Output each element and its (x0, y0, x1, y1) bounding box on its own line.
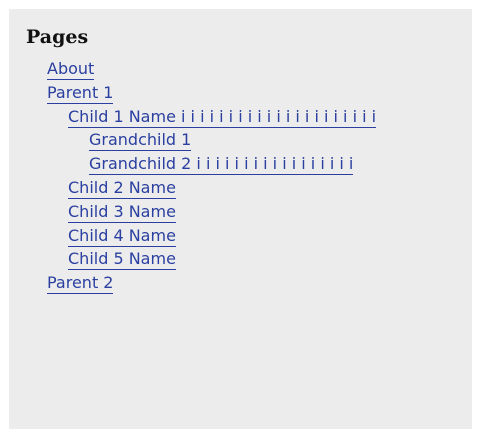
menu-item-parent-2: Parent 2 (9, 271, 438, 295)
menu-item-child-3: Child 3 Name (9, 200, 438, 224)
link-parent-2[interactable]: Parent 2 (47, 273, 114, 295)
widget-title: Pages (26, 26, 89, 48)
link-grandchild-1[interactable]: Grandchild 1 (89, 130, 192, 152)
wrap-grandchild-2: Grandchild 2 i i i i i i i i i i i i i i… (89, 152, 429, 176)
menu-item-child-5: Child 5 Name (9, 247, 438, 271)
link-child-3[interactable]: Child 3 Name (68, 201, 176, 223)
link-parent-1[interactable]: Parent 1 (47, 82, 114, 104)
link-child-1[interactable]: Child 1 Name i i i i i i i i i i i i i i… (68, 106, 377, 128)
menu-item-child-2: Child 2 Name (9, 176, 438, 200)
link-child-5[interactable]: Child 5 Name (68, 249, 176, 271)
wrap-child-1: Child 1 Name i i i i i i i i i i i i i i… (68, 105, 438, 129)
menu-item-grandchild-2: Grandchild 2 i i i i i i i i i i i i i i… (9, 152, 438, 176)
link-child-4[interactable]: Child 4 Name (68, 225, 176, 247)
pages-menu: About Parent 1 Child 1 Name i i i i i i … (9, 57, 438, 295)
link-about[interactable]: About (47, 59, 95, 80)
link-grandchild-2[interactable]: Grandchild 2 i i i i i i i i i i i i i i… (89, 154, 354, 176)
menu-item-child-4: Child 4 Name (9, 224, 438, 248)
menu-item-about: About (9, 57, 438, 81)
menu-item-grandchild-1: Grandchild 1 (9, 128, 438, 152)
menu-item-child-1: Child 1 Name i i i i i i i i i i i i i i… (9, 105, 438, 129)
pages-widget: Pages About Parent 1 Child 1 Name i i i … (9, 9, 472, 429)
menu-item-parent-1: Parent 1 (9, 81, 438, 105)
link-child-2[interactable]: Child 2 Name (68, 177, 176, 199)
